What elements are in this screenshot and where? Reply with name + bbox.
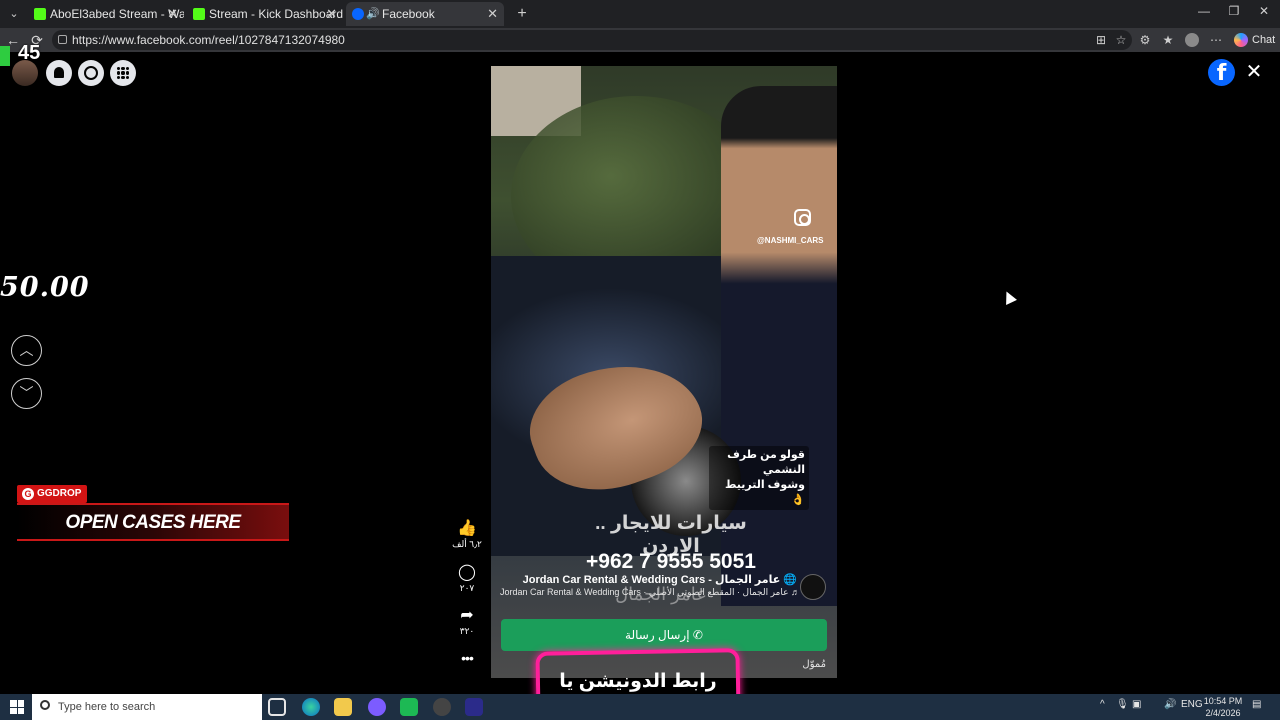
speaker-icon[interactable]: 🔊 xyxy=(366,2,380,26)
tab-title: Stream - Kick Dashboard xyxy=(209,7,343,21)
url-text: https://www.facebook.com/reel/1027847132… xyxy=(72,33,345,47)
caption-line-2: وشوف الترييط 👌 xyxy=(724,479,805,506)
previous-reel-button[interactable]: ︿ xyxy=(11,335,42,366)
tab-kick-stream[interactable]: AboEl3abed Stream - Watch Live o ✕ xyxy=(28,2,184,26)
restore-icon[interactable]: ❐ xyxy=(1220,4,1248,18)
chat-label: Chat xyxy=(1252,34,1276,46)
comment-count: ٢٠٧ xyxy=(459,583,475,593)
windows-start-icon[interactable] xyxy=(10,700,24,714)
facebook-favicon-icon xyxy=(352,8,364,20)
overlay-counter: 45 xyxy=(18,42,41,64)
tab-actions-menu-icon[interactable]: ⌄ xyxy=(4,4,24,24)
original-audio-link[interactable]: Jordan Car Rental & Wedding Cars · عامر … xyxy=(500,587,800,598)
menu-grid-icon[interactable] xyxy=(110,60,136,86)
clock-date: 2/4/2026 xyxy=(1205,708,1241,718)
clock-time: 10:54 PM xyxy=(1203,696,1243,706)
search-placeholder: Type here to search xyxy=(58,701,156,713)
mouse-cursor-icon xyxy=(1001,289,1017,305)
instagram-handle: @NASHMI_CARS xyxy=(757,236,824,245)
site-info-icon[interactable] xyxy=(58,35,67,44)
favorites-icon[interactable]: ★ xyxy=(1161,33,1175,47)
messenger-icon[interactable] xyxy=(78,60,104,86)
like-count: ٦٫٢ ألف xyxy=(452,539,482,549)
price-overlay: 50.00 xyxy=(0,272,90,303)
copilot-icon xyxy=(1234,33,1248,47)
open-cases-banner: OPEN CASES HERE xyxy=(17,503,289,541)
tab-kick-dashboard[interactable]: Stream - Kick Dashboard ✕ xyxy=(187,2,343,26)
share-count: ٣٢٠ xyxy=(459,626,475,636)
caption-line-1: قولو من طرف النشمي xyxy=(727,449,805,476)
extensions-icon[interactable]: ⚙ xyxy=(1138,33,1152,47)
microphone-icon[interactable]: 🎙 xyxy=(1116,699,1129,710)
url-field[interactable]: https://www.facebook.com/reel/1027847132… xyxy=(52,30,1132,50)
app-icon-sf[interactable] xyxy=(465,698,483,716)
obs-icon[interactable] xyxy=(433,698,451,716)
video-caption: قولو من طرف النشمي وشوف الترييط 👌 xyxy=(709,446,809,510)
send-message-label: إرسال رسالة xyxy=(625,628,690,642)
app-icon-purple[interactable] xyxy=(368,698,386,716)
edge-browser-icon[interactable] xyxy=(302,698,320,716)
ggdrop-badge: G GGDROP xyxy=(17,485,87,503)
whatsapp-icon: ✆ xyxy=(692,628,703,642)
notifications-bell-icon[interactable] xyxy=(46,60,72,86)
tab-close-icon[interactable]: ✕ xyxy=(326,2,337,26)
tab-title: Facebook xyxy=(382,7,435,21)
tray-overflow-icon[interactable]: ^ xyxy=(1100,699,1105,710)
kick-favicon-icon xyxy=(34,8,46,20)
favorite-star-icon[interactable]: ☆ xyxy=(1114,33,1128,47)
comment-icon: ◯ xyxy=(458,564,476,581)
volume-icon[interactable]: 🔊 xyxy=(1164,699,1176,710)
page-avatar[interactable] xyxy=(800,574,826,600)
file-explorer-icon[interactable] xyxy=(334,698,352,716)
donation-banner-text: رابط الدونيشن يا xyxy=(559,671,717,692)
overlay-green-bar xyxy=(0,46,10,66)
tab-strip: ⌄ AboEl3abed Stream - Watch Live o ✕ Str… xyxy=(0,0,1280,28)
tab-facebook[interactable]: 🔊 Facebook ✕ xyxy=(346,2,504,26)
profile-avatar-icon[interactable] xyxy=(1185,33,1199,47)
tab-title: AboEl3abed Stream - Watch Live o xyxy=(50,7,184,21)
new-tab-icon[interactable]: + xyxy=(512,4,532,24)
taskbar-search-field[interactable]: Type here to search xyxy=(32,694,262,720)
comment-button[interactable]: ◯ ٢٠٧ xyxy=(452,564,482,594)
tab-close-icon[interactable]: ✕ xyxy=(167,2,178,26)
tab-close-icon[interactable]: ✕ xyxy=(487,2,498,26)
kick-favicon-icon xyxy=(193,8,205,20)
window-close-icon[interactable]: ✕ xyxy=(1250,4,1278,18)
network-icon[interactable]: ▣ xyxy=(1132,699,1141,710)
next-reel-button[interactable]: ﹀ xyxy=(11,378,42,409)
facebook-logo-icon[interactable]: f xyxy=(1208,59,1235,86)
sponsored-label: مُموّل xyxy=(802,659,826,670)
address-bar-row: ← ⟳ https://www.facebook.com/reel/102784… xyxy=(0,28,1280,52)
search-icon xyxy=(40,700,50,710)
more-menu-icon[interactable]: ⋯ xyxy=(1209,33,1223,47)
send-message-button[interactable]: إرسال رسالة ✆ xyxy=(501,619,827,651)
page-title[interactable]: Jordan Car Rental & Wedding Cars - عامر … xyxy=(506,573,797,586)
ggdrop-logo-icon: G xyxy=(22,488,34,500)
minimize-icon[interactable]: — xyxy=(1190,4,1218,18)
thumbs-up-icon: 👍 xyxy=(457,520,477,537)
windows-taskbar: Type here to search ^ 🎙 ▣ 🔊 ENG 10:54 PM… xyxy=(0,694,1280,720)
notifications-icon[interactable]: ▤ xyxy=(1252,699,1261,710)
task-view-icon[interactable] xyxy=(268,698,286,716)
instagram-icon xyxy=(794,209,811,226)
copilot-chat-button[interactable]: Chat xyxy=(1232,31,1275,49)
video-phone-number: +962 7 9555 5051 xyxy=(586,550,756,573)
share-icon: ➦ xyxy=(460,607,474,624)
ggdrop-label: GGDROP xyxy=(37,488,82,499)
app-icon-green[interactable] xyxy=(400,698,418,716)
share-button[interactable]: ➦ ٣٢٠ xyxy=(452,607,482,637)
app-available-icon[interactable]: ⊞ xyxy=(1094,33,1108,47)
taskbar-clock[interactable]: 10:54 PM 2/4/2026 xyxy=(1200,695,1246,719)
like-button[interactable]: 👍 ٦٫٢ ألف xyxy=(452,520,482,550)
more-options-icon[interactable]: ••• xyxy=(456,650,478,666)
close-reel-icon[interactable]: ✕ xyxy=(1244,61,1264,83)
